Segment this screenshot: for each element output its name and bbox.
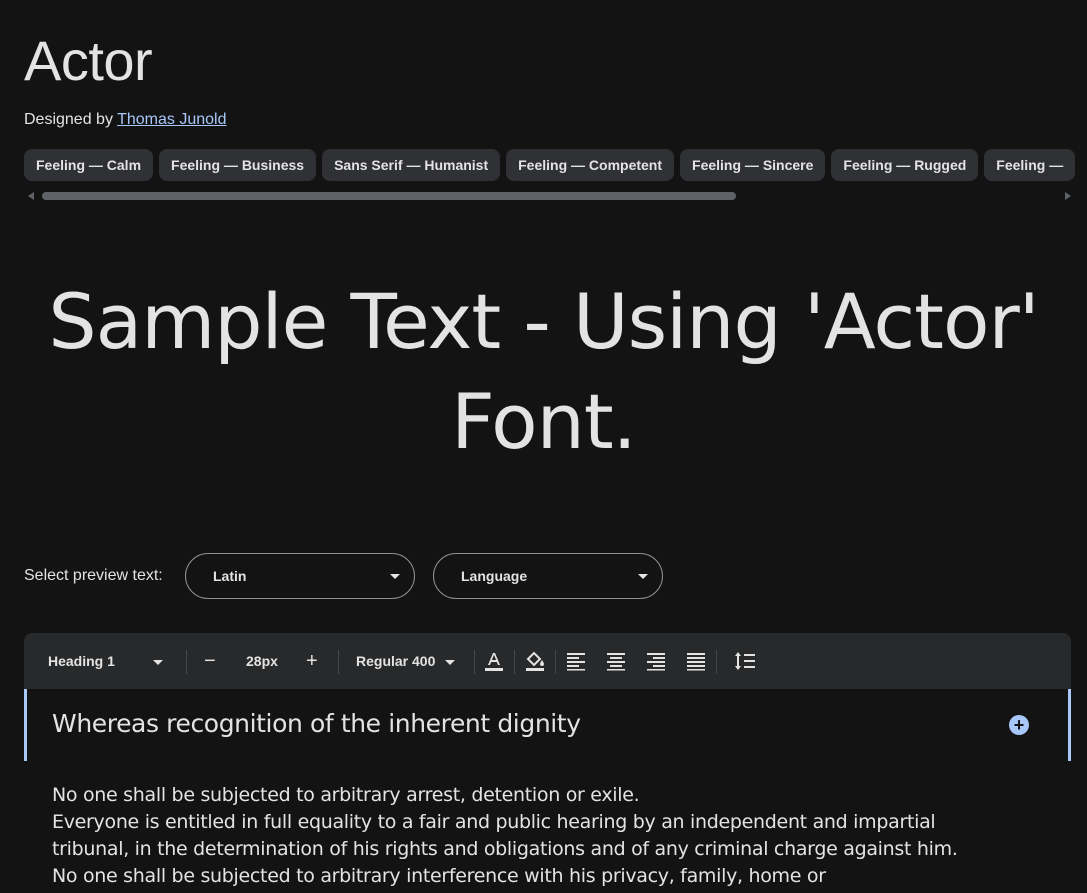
tag-chip[interactable]: Feeling — Sincere [680, 149, 826, 181]
text-color-icon[interactable] [482, 649, 506, 673]
tag-chip[interactable]: Sans Serif — Humanist [322, 149, 501, 181]
toolbar-divider [514, 650, 515, 674]
chevron-down-icon [152, 659, 163, 665]
scroll-right-arrow-icon[interactable] [1065, 192, 1071, 200]
editor-toolbar: Heading 1 − 28px + Regular 400 [24, 633, 1071, 689]
toolbar-divider [716, 650, 717, 674]
language-select-value: Language [461, 568, 528, 584]
designer-link[interactable]: Thomas Junold [117, 111, 226, 128]
editor-heading-block[interactable]: Whereas recognition of the inherent dign… [24, 689, 1071, 761]
body-line: tribunal, in the determination of his ri… [52, 838, 958, 860]
toolbar-divider [338, 650, 339, 674]
toolbar-divider [474, 650, 475, 674]
toolbar-divider [186, 650, 187, 674]
add-icon[interactable]: + [1009, 715, 1029, 735]
focus-bar-right [1068, 689, 1071, 761]
chevron-down-icon [390, 574, 400, 579]
toolbar-divider [555, 650, 556, 674]
tag-chip-list: Feeling — Calm Feeling — Business Sans Ser… [24, 149, 1087, 181]
line-spacing-icon[interactable] [733, 649, 757, 673]
script-select[interactable]: Latin [185, 553, 415, 599]
script-select-value: Latin [213, 568, 247, 584]
focus-bar-left [24, 689, 27, 761]
weight-select[interactable]: Regular 400 [356, 633, 456, 689]
weight-select-value: Regular 400 [356, 653, 436, 669]
font-size-value[interactable]: 28px [246, 633, 278, 689]
sample-text-preview: Sample Text - Using 'Actor' Font. [48, 277, 1039, 466]
scroll-left-arrow-icon[interactable] [28, 192, 34, 200]
designed-by-label: Designed by [24, 111, 113, 128]
style-select-value: Heading 1 [48, 653, 115, 669]
tag-chip[interactable]: Feeling — Rugged [831, 149, 979, 181]
tag-scrollbar[interactable] [24, 190, 1071, 202]
editor-body-text[interactable]: No one shall be subjected to arbitrary a… [52, 782, 1052, 890]
scroll-thumb[interactable] [42, 192, 736, 200]
decrease-size-button[interactable]: − [204, 633, 216, 689]
body-line: Everyone is entitled in full equality to… [52, 811, 936, 833]
tag-chip[interactable]: Feeling — Business [159, 149, 317, 181]
tag-chip[interactable]: Feeling — [984, 149, 1076, 181]
body-line: No one shall be subjected to arbitrary i… [52, 865, 826, 887]
highlight-color-icon[interactable] [523, 649, 547, 673]
align-right-icon[interactable] [644, 649, 668, 673]
align-center-icon[interactable] [604, 649, 628, 673]
chevron-down-icon [445, 659, 456, 665]
editor-heading-text[interactable]: Whereas recognition of the inherent dign… [52, 709, 581, 738]
language-select[interactable]: Language [433, 553, 663, 599]
chevron-down-icon [638, 574, 648, 579]
align-left-icon[interactable] [564, 649, 588, 673]
tag-chip[interactable]: Feeling — Calm [24, 149, 154, 181]
body-line: No one shall be subjected to arbitrary a… [52, 784, 640, 806]
tag-chip[interactable]: Feeling — Competent [506, 149, 675, 181]
style-select[interactable]: Heading 1 [48, 633, 163, 689]
designer-line: Designed by Thomas Junold [24, 111, 227, 129]
increase-size-button[interactable]: + [306, 633, 318, 689]
align-justify-icon[interactable] [684, 649, 708, 673]
preview-text-label: Select preview text: [24, 567, 163, 584]
font-title: Actor [24, 29, 153, 92]
